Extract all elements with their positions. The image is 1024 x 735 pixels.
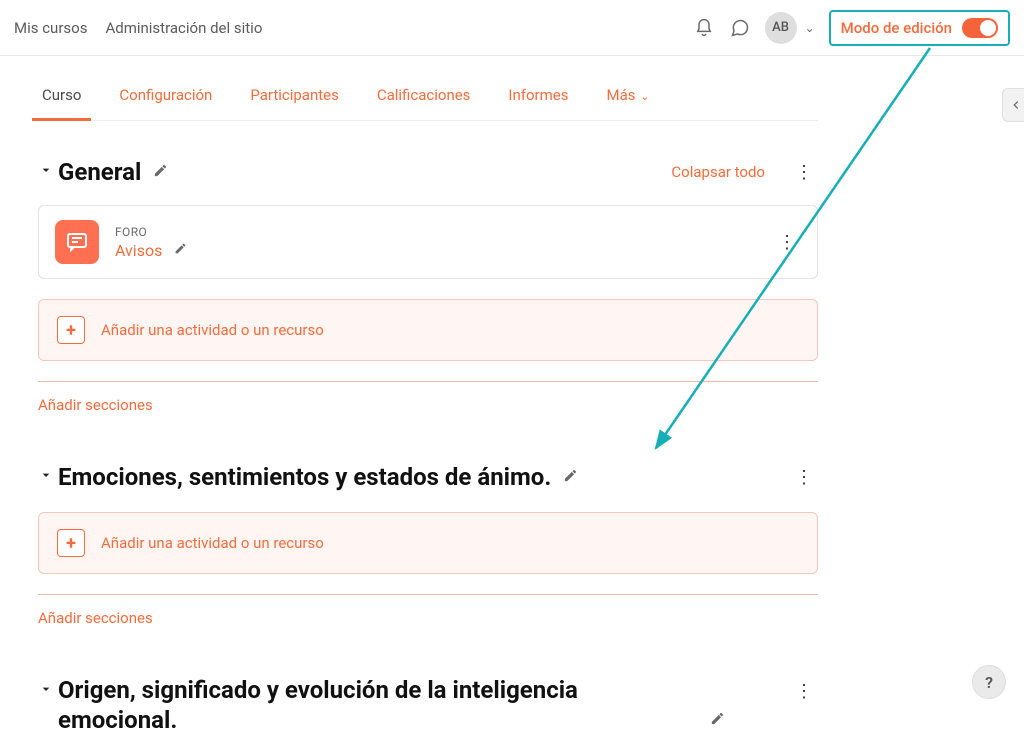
- drawer-toggle[interactable]: [1002, 88, 1024, 122]
- nav-site-admin[interactable]: Administración del sitio: [105, 19, 262, 37]
- section-origen: Origen, significado y evolución de la in…: [38, 675, 818, 735]
- section-header: General Colapsar todo ⋮: [38, 157, 818, 187]
- course-tabs: Curso Configuración Participantes Califi…: [38, 78, 818, 121]
- edit-title-icon[interactable]: [563, 468, 578, 487]
- help-button[interactable]: ?: [972, 665, 1006, 699]
- section-divider: [38, 381, 818, 382]
- add-activity-box: + Añadir una actividad o un recurso: [38, 299, 818, 361]
- user-menu-caret-icon[interactable]: ⌄: [805, 21, 815, 35]
- edit-mode-control: Modo de edición: [829, 10, 1010, 46]
- activity-meta: FORO Avisos: [115, 225, 187, 260]
- section-emociones: Emociones, sentimientos y estados de áni…: [38, 462, 818, 627]
- tab-more[interactable]: Más ⌄: [603, 78, 654, 120]
- edit-activity-icon[interactable]: [174, 241, 187, 259]
- topbar: Mis cursos Administración del sitio AB ⌄…: [0, 0, 1024, 56]
- section-title: Emociones, sentimientos y estados de áni…: [58, 462, 551, 492]
- tab-grades[interactable]: Calificaciones: [373, 78, 475, 120]
- activity-card: FORO Avisos ⋮: [38, 205, 818, 279]
- section-header: Origen, significado y evolución de la in…: [38, 675, 818, 735]
- section-menu-icon[interactable]: ⋮: [789, 681, 818, 702]
- section-body: + Añadir una actividad o un recurso: [38, 512, 818, 574]
- edit-title-icon[interactable]: [153, 163, 168, 182]
- chevron-down-icon: ⌄: [638, 90, 650, 103]
- tab-participants[interactable]: Participantes: [246, 78, 343, 120]
- activity-actions: ⋮: [772, 232, 801, 253]
- add-activity-button[interactable]: +: [57, 316, 85, 344]
- messages-icon[interactable]: [729, 17, 751, 39]
- forum-icon: [55, 220, 99, 264]
- edit-mode-toggle[interactable]: [962, 18, 998, 38]
- topbar-right: AB ⌄ Modo de edición: [693, 10, 1010, 46]
- section-menu-icon[interactable]: ⋮: [789, 467, 818, 488]
- collapse-toggle-icon[interactable]: [38, 681, 58, 701]
- section-body: FORO Avisos ⋮ + Añadir una ac: [38, 205, 818, 361]
- add-activity-link[interactable]: Añadir una actividad o un recurso: [101, 534, 324, 552]
- sections: General Colapsar todo ⋮ FORO Avisos: [38, 157, 818, 735]
- collapse-toggle-icon[interactable]: [38, 467, 58, 487]
- section-title: General: [58, 157, 141, 187]
- section-menu-icon[interactable]: ⋮: [789, 162, 818, 183]
- nav-my-courses[interactable]: Mis cursos: [14, 19, 87, 37]
- add-activity-link[interactable]: Añadir una actividad o un recurso: [101, 321, 324, 339]
- section-divider: [38, 594, 818, 595]
- tab-course[interactable]: Curso: [38, 78, 85, 120]
- edit-title-icon[interactable]: [710, 711, 725, 730]
- avatar[interactable]: AB: [765, 12, 797, 44]
- tab-settings[interactable]: Configuración: [115, 78, 216, 120]
- tab-reports[interactable]: Informes: [504, 78, 572, 120]
- topbar-left: Mis cursos Administración del sitio: [14, 19, 262, 37]
- collapse-all-link[interactable]: Colapsar todo: [671, 163, 765, 181]
- activity-link[interactable]: Avisos: [115, 241, 162, 260]
- section-header: Emociones, sentimientos y estados de áni…: [38, 462, 818, 492]
- notifications-icon[interactable]: [693, 17, 715, 39]
- add-sections-link[interactable]: Añadir secciones: [38, 396, 153, 414]
- section-title: Origen, significado y evolución de la in…: [58, 675, 698, 735]
- section-general: General Colapsar todo ⋮ FORO Avisos: [38, 157, 818, 414]
- add-activity-button[interactable]: +: [57, 529, 85, 557]
- add-activity-box: + Añadir una actividad o un recurso: [38, 512, 818, 574]
- activity-menu-icon[interactable]: ⋮: [772, 232, 801, 253]
- collapse-toggle-icon[interactable]: [38, 162, 58, 182]
- edit-mode-label: Modo de edición: [841, 19, 952, 37]
- add-sections-link[interactable]: Añadir secciones: [38, 609, 153, 627]
- main-column: Curso Configuración Participantes Califi…: [0, 56, 818, 735]
- activity-type-label: FORO: [115, 225, 187, 239]
